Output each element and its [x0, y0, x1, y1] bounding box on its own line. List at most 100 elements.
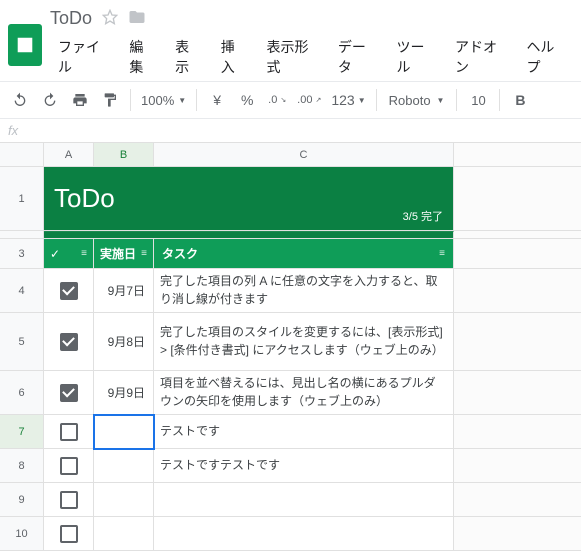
- menu-edit[interactable]: 編集: [121, 33, 163, 81]
- checkbox-icon: [60, 333, 78, 351]
- header-date-label: 実施日: [100, 245, 136, 262]
- task-cell[interactable]: テストです: [154, 415, 454, 449]
- checkbox-icon: [60, 525, 78, 543]
- menu-help[interactable]: ヘルプ: [518, 33, 573, 81]
- grid-gutter: [454, 483, 581, 517]
- menu-addons[interactable]: アドオン: [447, 33, 514, 81]
- filter-icon[interactable]: ≡: [81, 248, 87, 259]
- font-size-select[interactable]: 10: [463, 86, 493, 114]
- task-cell[interactable]: 完了した項目の列 A に任意の文字を入力すると、取り消し線が付きます: [154, 269, 454, 313]
- paint-format-button[interactable]: [96, 86, 124, 114]
- increase-decimal-button[interactable]: .00↗: [293, 86, 325, 114]
- grid-gutter: [454, 167, 581, 231]
- task-cell[interactable]: [154, 517, 454, 551]
- task-cell[interactable]: 完了した項目のスタイルを変更するには、[表示形式] > [条件付き書式] にアク…: [154, 313, 454, 371]
- menu-file[interactable]: ファイル: [50, 33, 117, 81]
- title-bar: ToDo ファイル 編集 表示 挿入 表示形式 データ ツール アドオン ヘルプ: [0, 0, 581, 81]
- completion-status[interactable]: 3/5 完了: [154, 167, 454, 231]
- grid-gutter: [454, 449, 581, 483]
- menu-bar: ファイル 編集 表示 挿入 表示形式 データ ツール アドオン ヘルプ: [50, 33, 573, 81]
- checkbox-icon: [60, 457, 78, 475]
- move-folder-icon[interactable]: [128, 8, 146, 29]
- task-cell[interactable]: [154, 483, 454, 517]
- date-cell[interactable]: 9月7日: [94, 269, 154, 313]
- header-date[interactable]: 実施日 ≡: [94, 239, 154, 269]
- row-header[interactable]: 9: [0, 483, 44, 517]
- header-check[interactable]: ✓ ≡: [44, 239, 94, 269]
- date-cell[interactable]: [94, 415, 154, 449]
- grid-gutter: [454, 415, 581, 449]
- date-cell[interactable]: [94, 517, 154, 551]
- menu-insert[interactable]: 挿入: [213, 33, 255, 81]
- checkbox-cell[interactable]: [44, 449, 94, 483]
- date-cell[interactable]: 9月9日: [94, 371, 154, 415]
- row-header[interactable]: 3: [0, 239, 44, 269]
- format-currency-button[interactable]: ¥: [203, 86, 231, 114]
- banner-gap: [44, 231, 454, 239]
- checkbox-icon: [60, 491, 78, 509]
- date-cell[interactable]: [94, 483, 154, 517]
- select-all-corner[interactable]: [0, 143, 44, 167]
- bold-button[interactable]: B: [506, 86, 534, 114]
- col-header-A[interactable]: A: [44, 143, 94, 167]
- menu-data[interactable]: データ: [330, 33, 385, 81]
- row-header[interactable]: 2: [0, 231, 44, 239]
- checkbox-icon: [60, 282, 78, 300]
- formula-bar[interactable]: fx: [0, 119, 581, 143]
- date-cell[interactable]: [94, 449, 154, 483]
- checkbox-cell[interactable]: [44, 415, 94, 449]
- checkbox-cell[interactable]: [44, 483, 94, 517]
- font-name: Roboto: [389, 93, 431, 108]
- row-header[interactable]: 7: [0, 415, 44, 449]
- checkbox-cell[interactable]: [44, 371, 94, 415]
- row-header[interactable]: 10: [0, 517, 44, 551]
- sheet-title[interactable]: ToDo: [44, 167, 154, 231]
- undo-button[interactable]: [6, 86, 34, 114]
- checkbox-icon: [60, 384, 78, 402]
- toolbar-separator: [196, 89, 197, 111]
- row-header[interactable]: 6: [0, 371, 44, 415]
- header-task[interactable]: タスク ≡: [154, 239, 454, 269]
- header-task-label: タスク: [162, 245, 198, 262]
- menu-format[interactable]: 表示形式: [259, 33, 326, 81]
- filter-icon[interactable]: ≡: [439, 248, 445, 259]
- zoom-value: 100%: [141, 93, 174, 108]
- col-header-B[interactable]: B: [94, 143, 154, 167]
- menu-tools[interactable]: ツール: [388, 33, 443, 81]
- sheets-app-icon[interactable]: [8, 24, 42, 66]
- decrease-decimal-label: .0: [268, 94, 277, 106]
- decrease-decimal-button[interactable]: .0↘: [263, 86, 291, 114]
- print-button[interactable]: [66, 86, 94, 114]
- checkbox-cell[interactable]: [44, 313, 94, 371]
- row-header[interactable]: 1: [0, 167, 44, 231]
- format-percent-button[interactable]: %: [233, 86, 261, 114]
- filter-icon[interactable]: ≡: [141, 248, 147, 259]
- font-family-select[interactable]: Roboto ▼: [383, 86, 451, 114]
- increase-decimal-label: .00: [297, 94, 312, 106]
- col-header-C[interactable]: C: [154, 143, 454, 167]
- grid-gutter: [454, 371, 581, 415]
- checkbox-cell[interactable]: [44, 517, 94, 551]
- grid-gutter: [454, 269, 581, 313]
- font-size-value: 10: [471, 93, 485, 108]
- star-icon[interactable]: [102, 9, 118, 28]
- toolbar-separator: [499, 89, 500, 111]
- menu-view[interactable]: 表示: [167, 33, 209, 81]
- row-header[interactable]: 4: [0, 269, 44, 313]
- date-cell[interactable]: 9月8日: [94, 313, 154, 371]
- fx-label: fx: [8, 123, 18, 138]
- zoom-select[interactable]: 100%▼: [137, 86, 190, 114]
- number-format-menu[interactable]: 123▼: [327, 86, 369, 114]
- checkbox-cell[interactable]: [44, 269, 94, 313]
- task-cell[interactable]: 項目を並べ替えるには、見出し名の横にあるプルダウンの矢印を使用します（ウェブ上の…: [154, 371, 454, 415]
- grid-gutter: [454, 239, 581, 269]
- document-title[interactable]: ToDo: [50, 8, 92, 29]
- task-cell[interactable]: テストですテストです: [154, 449, 454, 483]
- grid-gutter: [454, 517, 581, 551]
- redo-button[interactable]: [36, 86, 64, 114]
- spreadsheet-grid: A B C 1 ToDo 3/5 完了 2 3 ✓ ≡ 実施日 ≡ タスク ≡ …: [0, 143, 581, 551]
- row-header[interactable]: 5: [0, 313, 44, 371]
- toolbar: 100%▼ ¥ % .0↘ .00↗ 123▼ Roboto ▼ 10 B: [0, 81, 581, 119]
- chevron-down-icon: ▼: [437, 96, 445, 105]
- row-header[interactable]: 8: [0, 449, 44, 483]
